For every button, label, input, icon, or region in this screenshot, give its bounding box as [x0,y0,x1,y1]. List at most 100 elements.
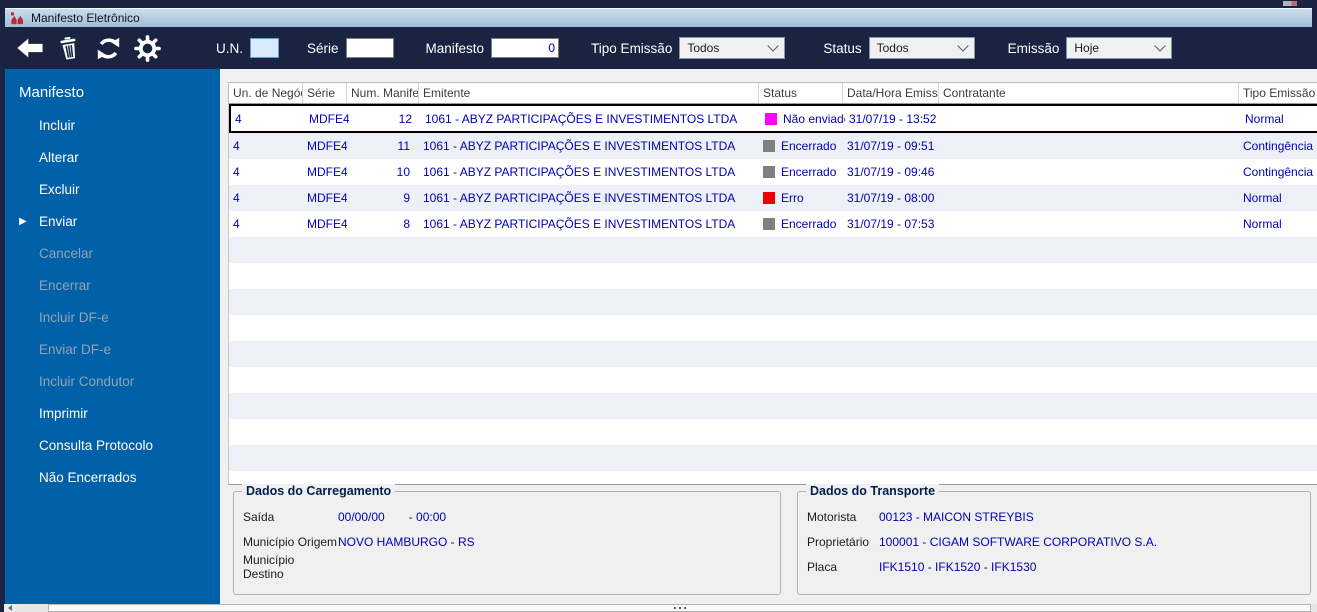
table-row-empty[interactable] [229,263,1317,289]
placa-label: Placa [807,559,838,574]
table-row[interactable]: 4 MDFE4 9 1061 - ABYZ PARTICIPAÇÕES E INVES… [229,185,1317,211]
sidebar-item-incluir[interactable]: Incluir [5,110,220,142]
sidebar-item-cancelar: Cancelar [5,238,220,270]
un-label: U.N. [216,40,243,56]
table-row-empty[interactable] [229,237,1317,263]
cell-emitente: 1061 - ABYZ PARTICIPAÇÕES E INVESTIMENTO… [425,111,738,126]
table-row[interactable]: 4 MDFE4 8 1061 - ABYZ PARTICIPAÇÕES E INVES… [229,211,1317,237]
sidebar-menu: Incluir Alterar Excluir ▶ Enviar Cancelar Ence… [5,110,220,494]
cell-status: Erro [759,191,843,205]
sidebar-item-excluir[interactable]: Excluir [5,174,220,206]
table-row-empty[interactable] [229,471,1317,484]
cell-tipo: Normal [1243,191,1282,205]
sidebar-item-consulta-protocolo[interactable]: Consulta Protocolo [5,430,220,462]
sidebar-item-imprimir[interactable]: Imprimir [5,398,220,430]
sidebar-item-incluir-condutor: Incluir Condutor [5,366,220,398]
cell-num: 12 [398,111,412,126]
sidebar-item-label: Consulta Protocolo [39,438,154,453]
cell-serie: MDFE4 [307,139,347,153]
saida-time-value: - 00:00 [408,509,447,524]
status-color-icon [763,218,775,230]
municipio-origem-value: NOVO HAMBURGO - RS [338,534,475,549]
chevron-down-icon [767,40,779,52]
table-row-empty[interactable] [229,315,1317,341]
column-header-un[interactable]: Un. de Negócio [229,83,303,103]
sidebar-item-label: Não Encerrados [39,470,137,485]
table-row-empty[interactable] [229,445,1317,471]
serie-input[interactable] [345,38,394,58]
detail-panels: Dados do Carregamento Saída 00/00/00 - 0… [220,484,1317,595]
manifesto-label: Manifesto [425,40,485,56]
tipo-emissao-select[interactable]: Todos [679,37,786,59]
cell-emitente: 1061 - ABYZ PARTICIPAÇÕES E INVESTIMENTO… [423,139,736,153]
table-row-empty[interactable] [229,393,1317,419]
serie-label: Série [307,40,339,56]
content-panel: Un. de NegócioSérieNum. ManifestoEmitent… [220,69,1317,604]
refresh-icon[interactable] [92,33,124,63]
emissao-value: Hoje [1074,41,1100,55]
column-header-serie[interactable]: Série [303,83,347,103]
column-header-emitente[interactable]: Emitente [419,83,759,103]
status-color-icon [763,192,775,204]
cell-datahora: 31/07/19 - 07:53 [847,217,935,231]
column-header-num[interactable]: Num. Manifesto [347,83,419,103]
transporte-title: Dados do Transporte [806,484,940,498]
municipio-destino-label: Município Destino [243,552,295,581]
window-controls[interactable] [1283,1,1297,6]
emissao-label: Emissão [1007,40,1060,56]
transporte-groupbox: Dados do Transporte Motorista 00123 - MA… [797,484,1311,595]
carregamento-groupbox: Dados do Carregamento Saída 00/00/00 - 0… [233,484,781,595]
column-header-datahora[interactable]: Data/Hora Emissao [843,83,939,103]
gear-icon[interactable] [131,33,163,63]
table-header-row: Un. de NegócioSérieNum. ManifestoEmitent… [228,82,1317,104]
table-row-empty[interactable] [229,289,1317,315]
carregamento-title: Dados do Carregamento [242,484,396,498]
status-label: Status [823,40,862,56]
column-header-tipo[interactable]: Tipo Emissão [1239,83,1317,103]
toolbar: U.N. Série Manifesto Tipo Emissão Todos … [0,27,1317,69]
motorista-label: Motorista [807,509,857,524]
cell-datahora: 31/07/19 - 08:00 [847,191,935,205]
grip-dot [678,607,681,609]
cell-tipo: Normal [1243,217,1282,231]
chevron-down-icon [1154,40,1167,52]
scroll-left-arrow-icon [7,605,12,611]
cell-num: 9 [403,191,410,205]
table-row-empty[interactable] [229,367,1317,393]
motorista-value: 00123 - MAICON STREYBIS [879,509,1034,524]
trash-icon[interactable] [53,33,85,63]
sidebar-item-alterar[interactable]: Alterar [5,142,220,174]
cell-datahora: 31/07/19 - 13:52 [849,111,937,126]
title-bar: Manifesto Eletrônico [5,8,1312,27]
sidebar-header: Manifesto [19,84,85,101]
sidebar-item-label: Encerrar [39,278,91,293]
table-row-empty[interactable] [229,341,1317,367]
back-arrow-icon[interactable] [14,33,46,63]
scrollbar-thumb[interactable] [48,604,1311,612]
sidebar: Manifesto Incluir Alterar Excluir ▶ Enviar Ca… [5,69,220,604]
table-row-empty[interactable] [229,419,1317,445]
status-select[interactable]: Todos [868,37,975,59]
column-header-contratante[interactable]: Contratante [939,83,1239,103]
column-header-status[interactable]: Status [759,83,843,103]
un-input[interactable] [250,38,279,58]
manifesto-input[interactable] [491,38,560,58]
sidebar-item-nao-encerrados[interactable]: Não Encerrados [5,462,220,494]
proprietario-label: Proprietário [807,534,870,549]
emissao-select[interactable]: Hoje [1066,37,1173,59]
horizontal-scrollbar[interactable] [4,604,1317,612]
scroll-left-button[interactable] [4,604,15,612]
cell-tipo: Contingência [1243,165,1314,179]
table-row[interactable]: 4 MDFE4 10 1061 - ABYZ PARTICIPAÇÕES E INVE… [229,159,1317,185]
cell-tipo: Contingência [1243,139,1314,153]
sidebar-item-label: Cancelar [39,246,94,261]
table-row[interactable]: 4 MDFE4 11 1061 - ABYZ PARTICIPAÇÕES E INVE… [229,133,1317,159]
table-row[interactable]: 4 MDFE4 12 1061 - ABYZ PARTICIPAÇÕES E INVE… [229,104,1317,133]
table-body: 4 MDFE4 12 1061 - ABYZ PARTICIPAÇÕES E INVE… [228,104,1317,485]
sidebar-item-enviar[interactable]: ▶ Enviar [5,206,220,238]
cell-un: 4 [233,165,240,179]
sidebar-item-label: Incluir Condutor [39,374,135,389]
sidebar-item-label: Alterar [39,150,79,165]
sidebar-item-label: Incluir [39,118,76,133]
sidebar-item-label: Excluir [39,182,80,197]
